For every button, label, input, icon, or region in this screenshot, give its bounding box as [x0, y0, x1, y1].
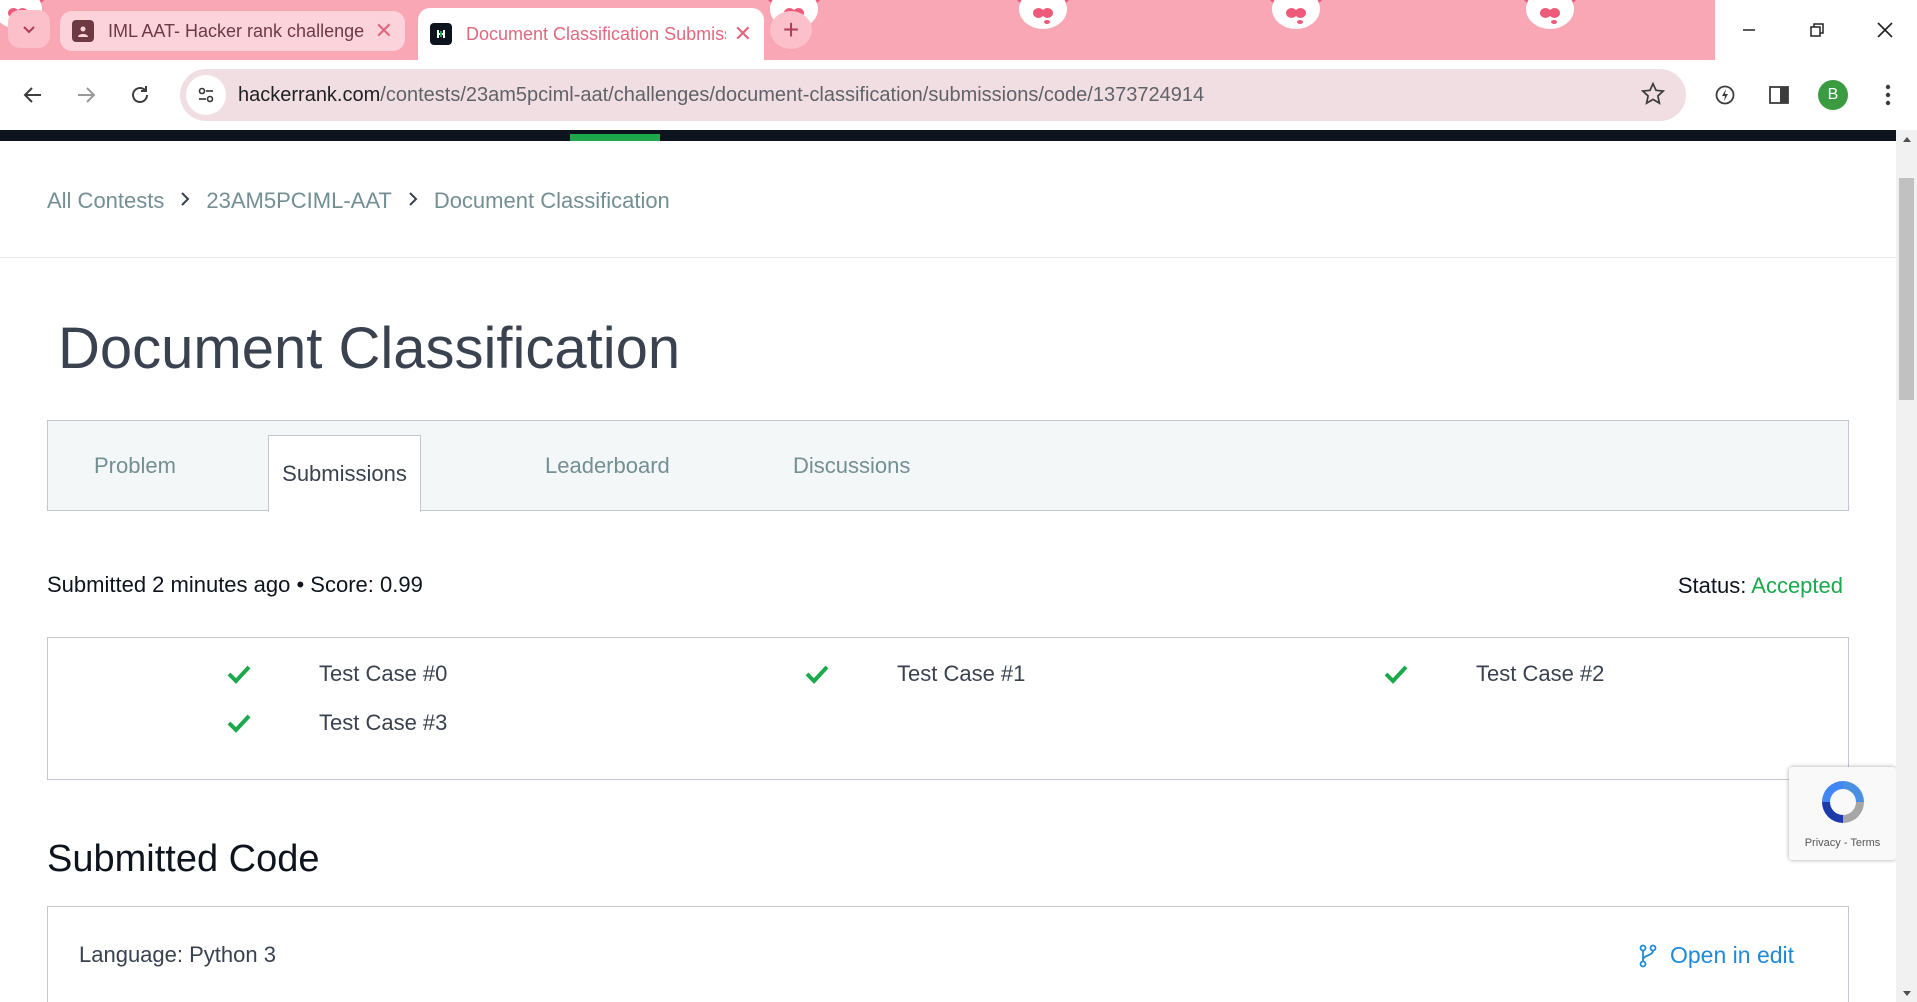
submitted-code-heading: Submitted Code	[47, 838, 320, 880]
check-icon	[1382, 664, 1410, 684]
performance-button[interactable]	[1705, 75, 1745, 115]
submission-summary: Submitted 2 minutes ago • Score: 0.99	[47, 572, 423, 597]
reload-icon	[132, 86, 148, 103]
tab-leaderboard[interactable]: Leaderboard	[545, 421, 670, 510]
page-content: All Contests 23AM5PCIML-AAT Document Cla…	[0, 130, 1896, 1002]
tab-title: Document Classification Submission	[466, 23, 726, 44]
chevron-right-icon	[180, 190, 190, 213]
status-badge: Accepted	[1751, 573, 1843, 598]
recaptcha-icon	[1822, 781, 1864, 823]
chevron-right-icon	[408, 190, 418, 213]
scroll-down-icon[interactable]	[1896, 985, 1917, 1002]
test-case-item[interactable]: Test Case #1	[803, 661, 1025, 687]
status-label: Status:	[1677, 573, 1747, 598]
browser-toolbar: hackerrank.com/contests/23am5pciml-aat/c…	[0, 60, 1917, 130]
site-header-bar	[0, 130, 1896, 141]
divider	[0, 257, 1896, 258]
breadcrumb-contest[interactable]: 23AM5PCIML-AAT	[206, 188, 391, 214]
tab-discussions[interactable]: Discussions	[793, 421, 910, 510]
classroom-icon	[72, 20, 94, 42]
close-icon[interactable]: ✕	[734, 21, 752, 47]
more-vertical-icon	[1885, 84, 1891, 106]
tab-problem[interactable]: Problem	[94, 421, 176, 510]
page-title: Document Classification	[58, 316, 681, 381]
site-info-button[interactable]	[186, 75, 226, 115]
address-bar[interactable]: hackerrank.com/contests/23am5pciml-aat/c…	[180, 69, 1686, 121]
test-case-item[interactable]: Test Case #2	[1382, 661, 1604, 687]
url-host: hackerrank.com	[238, 83, 381, 106]
back-button[interactable]	[13, 75, 53, 115]
check-icon	[225, 713, 253, 733]
arrow-left-icon	[23, 87, 41, 103]
speed-icon	[1715, 85, 1735, 105]
side-panel-icon	[1769, 86, 1789, 104]
open-in-editor-label: Open in edit	[1670, 942, 1795, 968]
new-tab-button[interactable]: +	[770, 11, 812, 49]
browser-tab-document-classification[interactable]: Document Classification Submission ✕	[418, 8, 764, 60]
chevron-down-icon	[23, 26, 35, 34]
close-icon	[1877, 22, 1893, 38]
panda-theme-decoration	[1522, 0, 1578, 32]
fork-icon	[1639, 944, 1657, 967]
tab-submissions[interactable]: Submissions	[268, 435, 421, 512]
tab-search-button[interactable]	[8, 10, 50, 48]
plus-icon: +	[782, 14, 800, 45]
restore-button[interactable]	[1783, 0, 1851, 60]
submission-status: Status: Accepted	[1678, 573, 1843, 599]
challenge-tabs: Problem Submissions Leaderboard Discussi…	[47, 420, 1849, 512]
recaptcha-badge[interactable]: Privacy - Terms	[1789, 767, 1896, 860]
tab-title: IML AAT- Hacker rank challenge	[108, 20, 365, 41]
browser-tab-strip: IML AAT- Hacker rank challenge ✕ Documen…	[0, 0, 1917, 60]
panda-theme-decoration	[1015, 0, 1071, 32]
test-case-label: Test Case #1	[897, 661, 1026, 686]
star-icon	[1640, 81, 1666, 105]
avatar: B	[1818, 80, 1848, 110]
bookmark-button[interactable]	[1640, 81, 1666, 112]
scroll-up-icon[interactable]	[1896, 130, 1917, 147]
menu-button[interactable]	[1868, 75, 1908, 115]
code-panel: Language: Python 3 Open in edit	[47, 906, 1849, 1002]
test-case-item[interactable]: Test Case #3	[225, 710, 447, 736]
test-case-item[interactable]: Test Case #0	[225, 661, 447, 687]
url-text: hackerrank.com/contests/23am5pciml-aat/c…	[238, 84, 1204, 107]
breadcrumb-challenge[interactable]: Document Classification	[434, 188, 670, 214]
browser-tab-iml-aat[interactable]: IML AAT- Hacker rank challenge ✕	[60, 11, 405, 51]
test-case-results: Test Case #0 Test Case #1 Test Case #2 T…	[47, 637, 1849, 780]
reload-button[interactable]	[120, 75, 160, 115]
close-window-button[interactable]	[1851, 0, 1917, 60]
recaptcha-links[interactable]: Privacy - Terms	[1789, 837, 1896, 849]
close-icon[interactable]: ✕	[375, 18, 393, 44]
check-icon	[803, 664, 831, 684]
test-case-label: Test Case #3	[319, 710, 448, 735]
page-scrollbar[interactable]	[1896, 130, 1917, 1002]
restore-icon	[1810, 23, 1824, 37]
code-language: Language: Python 3	[79, 942, 276, 967]
minimize-button[interactable]	[1715, 0, 1783, 60]
breadcrumb-all-contests[interactable]: All Contests	[47, 188, 164, 214]
scrollbar-thumb[interactable]	[1899, 178, 1914, 400]
hackerrank-icon	[430, 23, 452, 45]
arrow-right-icon	[78, 87, 96, 103]
profile-button[interactable]: B	[1813, 75, 1853, 115]
panda-theme-decoration	[1268, 0, 1324, 32]
open-in-editor-link[interactable]: Open in edit	[1638, 942, 1794, 969]
test-case-label: Test Case #2	[1476, 661, 1605, 686]
test-case-label: Test Case #0	[319, 661, 448, 686]
url-path: /contests/23am5pciml-aat/challenges/docu…	[380, 83, 1205, 106]
side-panel-button[interactable]	[1759, 75, 1799, 115]
tune-icon	[198, 87, 214, 103]
breadcrumb: All Contests 23AM5PCIML-AAT Document Cla…	[47, 188, 670, 214]
active-nav-indicator	[570, 134, 660, 141]
check-icon	[225, 664, 253, 684]
forward-button[interactable]	[66, 75, 106, 115]
minimize-icon	[1743, 29, 1755, 31]
